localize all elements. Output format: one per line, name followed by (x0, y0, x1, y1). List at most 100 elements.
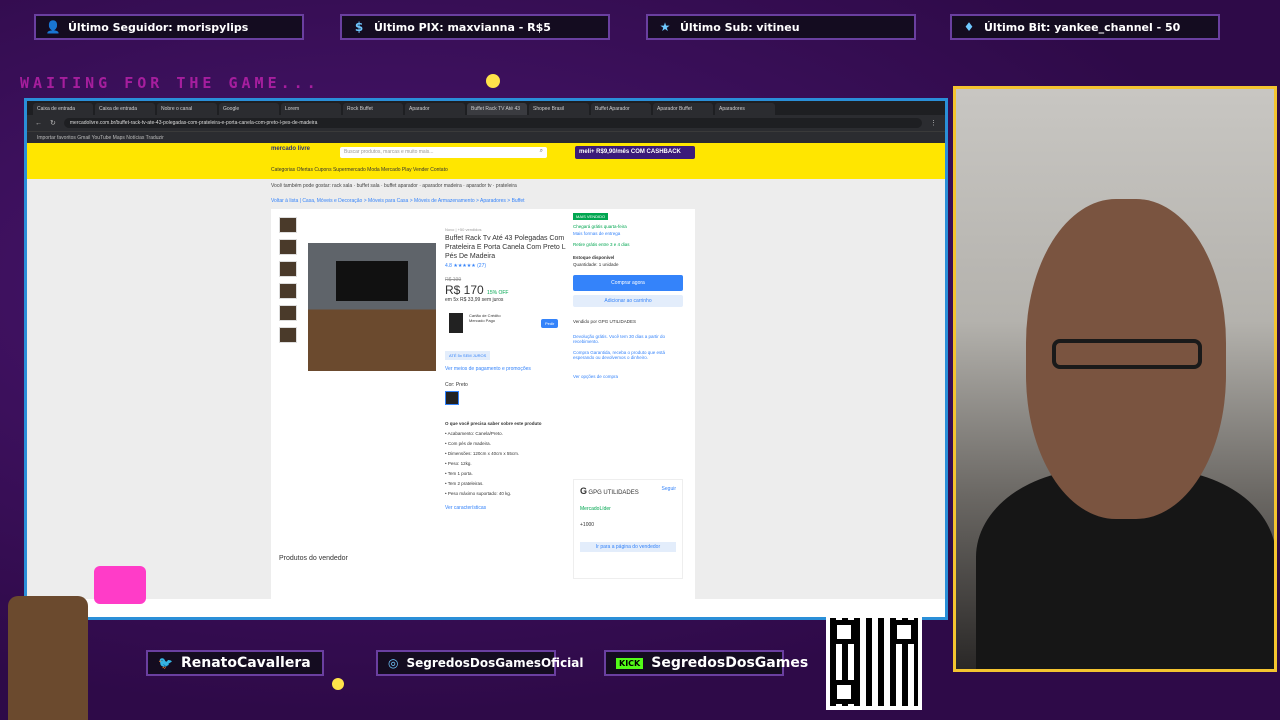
product-thumbnails (279, 217, 299, 349)
browser-tab-active[interactable]: Buffet Rack TV Até 43 (467, 103, 527, 115)
bookmarks-bar[interactable]: Importar favoritos Gmail YouTube Maps No… (27, 131, 945, 143)
last-follower-alert: 👤 Último Seguidor: morispylips (34, 14, 304, 40)
tv-image-shape (336, 261, 408, 301)
diamond-icon: ♦ (963, 20, 975, 34)
browser-tab[interactable]: Lorem (281, 103, 341, 115)
installments: em 5x R$ 33,99 sem juros (445, 297, 504, 303)
decor-dot (332, 678, 344, 690)
category-nav[interactable]: Categorias Ofertas Cupons Supermercado M… (271, 167, 448, 173)
browser-tab[interactable]: Shopee Brasil (529, 103, 589, 115)
browser-tab[interactable]: Rock Buffet (343, 103, 403, 115)
browser-tab[interactable]: Nobre o canal (157, 103, 217, 115)
star-icon: ★ (659, 20, 671, 34)
shipping-link[interactable]: Mais formas de entrega (573, 231, 683, 236)
browser-tabs: Caixa de entrada Caixa de entrada Nobre … (27, 101, 945, 115)
pickup-text: Retire grátis entre 3 e 4 dias (573, 242, 630, 247)
last-sub-text: Último Sub: vitineu (680, 20, 800, 34)
seller-page-link[interactable]: Ir para a página do vendedor (580, 542, 676, 552)
meli-plus-banner[interactable]: meli+ R$9,90/mês COM CASHBACK (575, 146, 695, 159)
kick-handle: KICK SegredosDosGames (604, 650, 808, 676)
qr-corner (832, 680, 856, 704)
request-card-button[interactable]: Pedir (541, 319, 559, 328)
dollar-icon: $ (354, 20, 364, 34)
seller-line[interactable]: Vendido por GPG UTILIDADES (573, 319, 683, 324)
color-swatch[interactable] (445, 391, 459, 405)
search-input[interactable]: Buscar produtos, marcas e muito mais... … (340, 147, 547, 158)
add-to-cart-button[interactable]: Adicionar ao carrinho (573, 295, 683, 307)
back-icon[interactable]: ← (35, 120, 42, 127)
user-icon: 👤 (45, 20, 61, 34)
streamer-glasses (1052, 339, 1202, 369)
product-features: O que você precisa saber sobre este prod… (445, 419, 569, 513)
alerts-bar: 👤 Último Seguidor: morispylips $ Último … (0, 8, 1280, 48)
mercadolivre-logo[interactable]: mercado livre (271, 146, 321, 160)
product-rating[interactable]: 4.8 ★★★★★ (27) (445, 263, 569, 269)
guarantee-text[interactable]: Compra Garantida, receba o produto que e… (573, 350, 683, 360)
credit-card-icon (449, 313, 463, 333)
color-label: Cor: Preto (445, 382, 468, 388)
purchase-options-link[interactable]: Ver opções de compra (573, 374, 683, 379)
product-title: Buffet Rack Tv Até 43 Polegadas Com Prat… (445, 235, 566, 260)
search-icon[interactable]: ⌕ (540, 148, 543, 155)
product-info: Novo | +50 vendidos Buffet Rack Tv Até 4… (445, 227, 569, 513)
thumbnail[interactable] (279, 305, 297, 321)
breadcrumb[interactable]: Voltar à lista | Casa, Móveis e Decoraçã… (271, 198, 525, 204)
follow-seller-button[interactable]: Seguir (662, 486, 676, 492)
space-invader-icon (94, 566, 146, 604)
address-bar: ← ↻ mercadolivre.com.br/buffet-rack-tv-a… (27, 115, 945, 131)
waiting-for-game-text: WAITING FOR THE GAME... (20, 74, 320, 92)
thumbnail[interactable] (279, 327, 297, 343)
instagram-handle: ◎ SegredosDosGamesOficial (376, 650, 584, 676)
thumbnail[interactable] (279, 283, 297, 299)
seller-card: G GPG UTILIDADES Seguir MercadoLíder +10… (573, 479, 683, 579)
feature-item: • Acabamento: Canela/Preto. (445, 431, 503, 436)
last-pix-text: Último PIX: maxvianna - R$5 (374, 20, 551, 34)
best-seller-tag: MAIS VENDIDO (573, 213, 609, 220)
buy-now-button[interactable]: Comprar agora (573, 275, 683, 291)
pixel-character-icon (8, 596, 88, 720)
buy-box: MAIS VENDIDO Chegará grátis quarta-feira… (573, 213, 683, 379)
browser-tab[interactable]: Aparador (405, 103, 465, 115)
browser-tab[interactable]: Caixa de entrada (95, 103, 155, 115)
thumbnail[interactable] (279, 261, 297, 277)
credit-card-offer: Cartão de Crédito Mercado Pago Pedir (445, 311, 569, 339)
browser-tab[interactable]: Buffet Aparador (591, 103, 651, 115)
search-placeholder: Buscar produtos, marcas e muito mais... (344, 149, 434, 155)
feature-item: • Peso máximo suportado: 40 kg. (445, 491, 512, 496)
browser-tab[interactable]: Aparadores (715, 103, 775, 115)
browser-tab[interactable]: Google (219, 103, 279, 115)
seller-products-title: Produtos do vendedor (279, 555, 348, 562)
product-condition: Novo | +50 vendidos (445, 227, 482, 232)
return-policy[interactable]: Devolução grátis. Você tem 30 dias a par… (573, 334, 683, 344)
thumbnail[interactable] (279, 217, 297, 233)
url-field[interactable]: mercadolivre.com.br/buffet-rack-tv-ate-4… (63, 118, 922, 128)
instagram-icon: ◎ (388, 656, 399, 670)
last-bit-text: Último Bit: yankee_channel - 50 (984, 20, 1181, 34)
qr-corner (892, 620, 916, 644)
twitter-icon: 🐦 (158, 656, 173, 670)
last-pix-alert: $ Último PIX: maxvianna - R$5 (340, 14, 610, 40)
related-searches[interactable]: Você também pode gostar: rack sala · buf… (271, 183, 517, 189)
reload-icon[interactable]: ↻ (50, 119, 56, 127)
seller-sales: +1000 (580, 522, 595, 528)
menu-icon[interactable]: ⋮ (930, 119, 937, 127)
qr-label: livepix.gg/segredosdosgames (826, 604, 919, 611)
decor-dot (486, 74, 500, 88)
browser-window: Caixa de entrada Caixa de entrada Nobre … (24, 98, 948, 620)
price: R$ 170 15% OFF (445, 283, 569, 297)
features-link[interactable]: Ver características (445, 503, 569, 513)
qr-corner (832, 620, 856, 644)
payment-methods-link[interactable]: Ver meios de pagamento e promoções (445, 366, 569, 372)
product-main-image[interactable] (308, 243, 436, 371)
discount-badge: 15% OFF (487, 290, 509, 296)
card-subtitle: Mercado Pago (469, 318, 496, 323)
credit-card-text: Cartão de Crédito Mercado Pago (469, 313, 529, 323)
quantity-select[interactable]: Quantidade: 1 unidade (573, 262, 683, 267)
browser-tab[interactable]: Aparador Buffet (653, 103, 713, 115)
browser-tab[interactable]: Caixa de entrada (33, 103, 93, 115)
feature-item: • Dimensões: 120cm x 40cm x 55cm. (445, 451, 520, 456)
thumbnail[interactable] (279, 239, 297, 255)
twitter-handle: 🐦 RenatoCavallera (146, 650, 324, 676)
last-bit-alert: ♦ Último Bit: yankee_channel - 50 (950, 14, 1220, 40)
qr-code (826, 614, 922, 710)
